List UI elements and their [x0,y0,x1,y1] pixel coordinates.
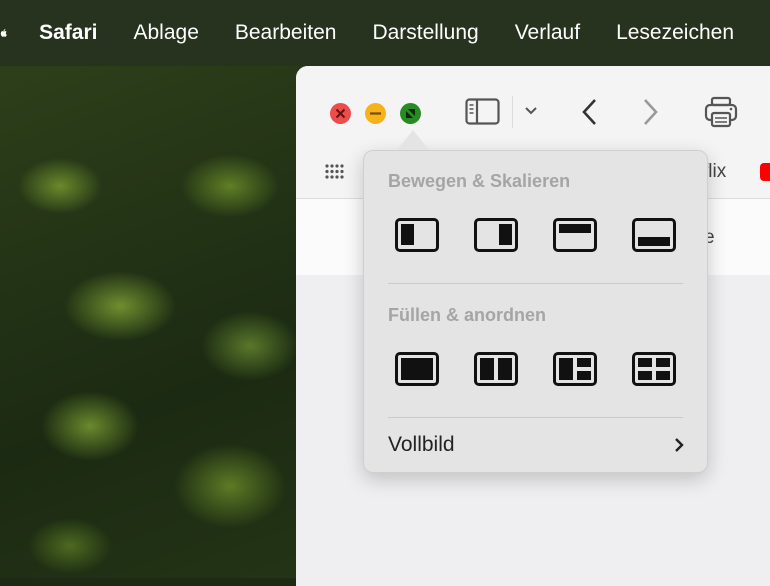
menu-bar: Safari Ablage Bearbeiten Darstellung Ver… [0,0,770,66]
chevron-right-icon [675,438,684,452]
menu-safari[interactable]: Safari [39,21,97,45]
layout-right-half-button[interactable] [474,218,518,252]
fullscreen-label: Vollbild [388,433,455,456]
maximize-button[interactable] [400,103,421,124]
menu-ablage[interactable]: Ablage [133,21,198,45]
print-icon[interactable] [704,96,738,128]
youtube-bookmark-icon[interactable] [760,163,770,181]
divider [388,283,683,284]
forward-icon[interactable] [642,98,660,126]
sidebar-toggle-icon[interactable] [465,98,501,126]
layout-three-pane-button[interactable] [553,352,597,386]
menu-bearbeiten[interactable]: Bearbeiten [235,21,337,45]
fullscreen-icon [406,109,415,118]
layout-left-half-button[interactable] [395,218,439,252]
minimize-button[interactable] [365,103,386,124]
minimize-icon [370,112,381,115]
divider [388,417,683,418]
close-button[interactable] [330,103,351,124]
popover-arrow [397,130,429,150]
layout-top-half-button[interactable] [553,218,597,252]
favorites-grid-icon[interactable] [324,163,346,181]
layout-bottom-half-button[interactable] [632,218,676,252]
layout-fill-button[interactable] [395,352,439,386]
section-move-resize: Bewegen & Skalieren [388,171,571,191]
section-fill-arrange: Füllen & anordnen [388,305,547,325]
fullscreen-menu-item[interactable]: Vollbild [388,433,685,457]
apple-logo-icon[interactable] [0,20,7,46]
close-icon [335,108,346,119]
menu-darstellung[interactable]: Darstellung [372,21,478,45]
layout-quarters-button[interactable] [632,352,676,386]
menu-lesezeichen[interactable]: Lesezeichen [616,21,734,45]
back-icon[interactable] [580,98,598,126]
layout-split-halves-button[interactable] [474,352,518,386]
toolbar-divider [512,96,513,128]
chevron-down-icon[interactable] [524,106,538,116]
menu-verlauf[interactable]: Verlauf [515,21,580,45]
window-tiling-popover: Bewegen & Skalieren Füllen & anordnen Vo… [363,150,708,473]
